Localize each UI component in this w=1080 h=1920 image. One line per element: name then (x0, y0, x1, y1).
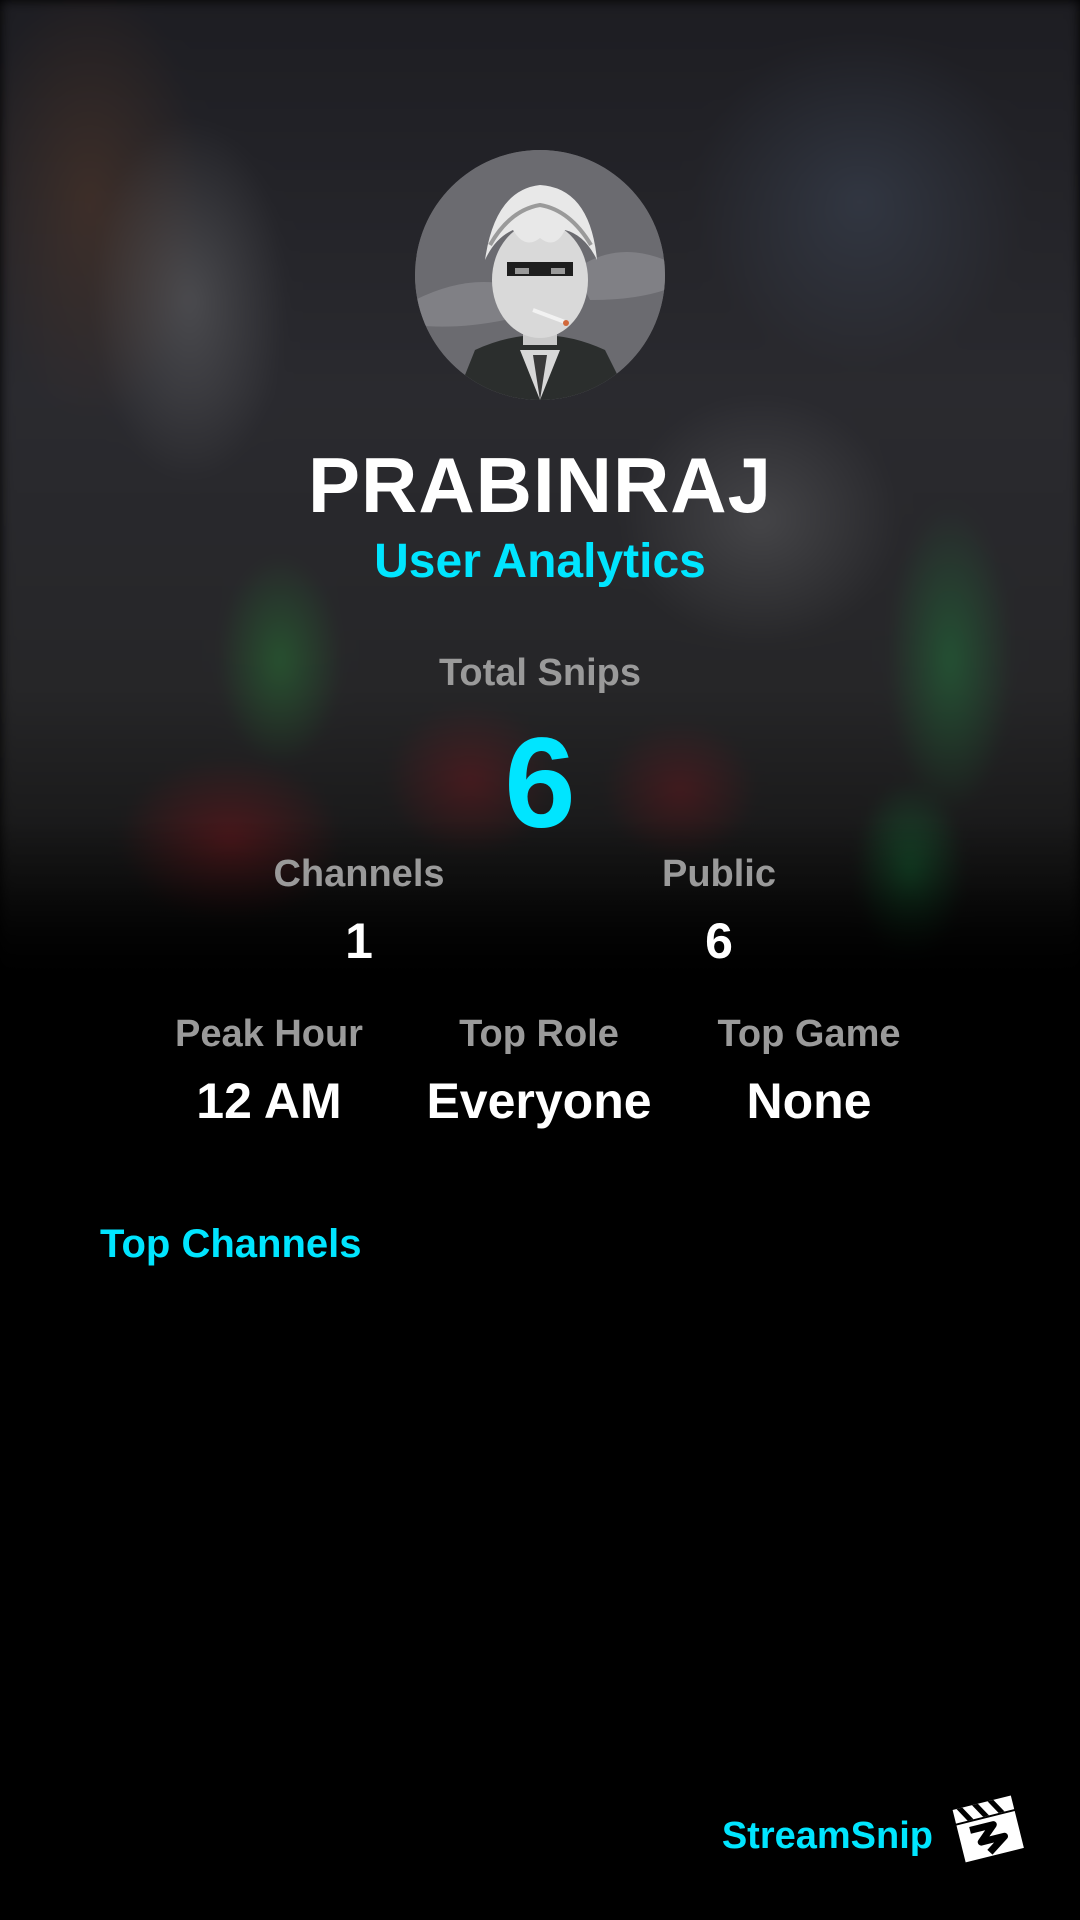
top-role-value: Everyone (426, 1073, 652, 1129)
total-snips-value: 6 (504, 712, 576, 855)
avatar-illustration (415, 150, 665, 400)
top-role-label: Top Role (459, 1013, 619, 1055)
clapperboard-icon (950, 1790, 1026, 1866)
public-value: 6 (705, 913, 733, 969)
top-game-value: None (746, 1073, 872, 1129)
analytics-card: PRABINRAJ User Analytics Total Snips 6 C… (0, 0, 1080, 1920)
top-channels-heading: Top Channels (100, 1222, 362, 1266)
peak-hour-value: 12 AM (196, 1073, 342, 1129)
page-subtitle: User Analytics (374, 535, 706, 588)
channels-value: 1 (345, 913, 373, 969)
peak-hour-label: Peak Hour (175, 1013, 363, 1055)
top-game-label: Top Game (717, 1013, 901, 1055)
brand-name: StreamSnip (721, 1815, 933, 1857)
page-title: PRABINRAJ (307, 441, 773, 529)
avatar (415, 150, 665, 400)
public-label: Public (661, 853, 777, 895)
total-snips-label: Total Snips (439, 652, 641, 694)
channels-label: Channels (273, 853, 445, 895)
